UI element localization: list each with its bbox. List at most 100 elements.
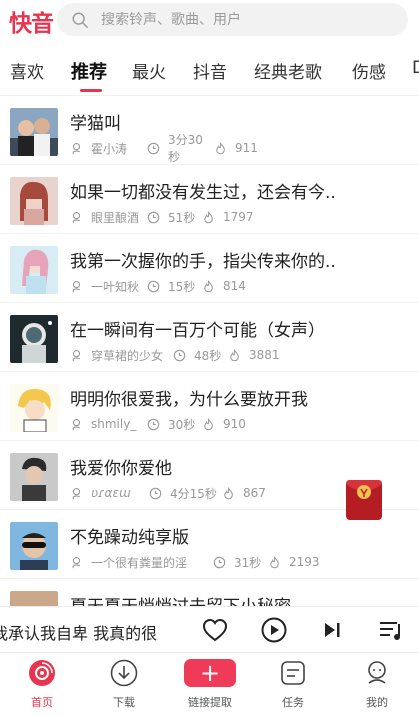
song-row[interactable]: 明明你很爱我，为什么要放开我 shmily_ 30秒 910 <box>0 372 419 441</box>
now-playing-title[interactable]: 我承认我自卑 我真的很 <box>0 620 186 644</box>
nav-link-extract[interactable]: + 链接提取 <box>168 653 252 716</box>
song-cover <box>10 453 58 501</box>
song-plays: 910 <box>223 417 246 431</box>
song-row[interactable]: 在一瞬间有一百万个可能（女声） 穿草裙的少女 48秒 3881 <box>0 303 419 372</box>
search-bar[interactable] <box>57 3 408 36</box>
header: 快音 <box>0 0 419 44</box>
tab-like[interactable]: 喜欢 <box>10 58 44 83</box>
song-cover <box>10 108 58 156</box>
red-packet-icon[interactable] <box>344 474 384 522</box>
song-row[interactable]: 如果一切都没有发生过，还会有今.. 眼里酿酒 51秒 1797 <box>0 165 419 234</box>
nav-download[interactable]: 下载 <box>82 653 166 716</box>
song-title: 在一瞬间有一百万个可能（女声） <box>70 321 325 341</box>
author-icon <box>70 280 83 293</box>
nav-tasks-label: 任务 <box>282 696 304 709</box>
flame-icon <box>202 279 215 293</box>
nav-home[interactable]: 首页 <box>0 653 84 716</box>
song-title: 我第一次握你的手，指尖传来你的.. <box>70 252 336 272</box>
clock-icon <box>173 349 186 362</box>
tab-hot[interactable]: 最火 <box>132 58 166 83</box>
song-author[interactable]: 一个很有粪量的淫 <box>91 554 213 571</box>
tab-recommend[interactable]: 推荐 <box>71 58 107 84</box>
tab-more[interactable]: D <box>412 58 419 78</box>
clock-icon <box>147 280 160 293</box>
song-meta: ʋɾαɛɯ 4分15秒 867 <box>70 485 266 501</box>
author-icon <box>70 487 83 500</box>
song-duration: 4分15秒 <box>170 486 217 501</box>
song-meta: 眼里酿酒 51秒 1797 <box>70 209 254 225</box>
song-author[interactable]: 一叶知秋 <box>91 278 147 295</box>
nav-download-label: 下载 <box>113 696 135 709</box>
song-plays: 911 <box>235 141 258 155</box>
plus-icon: + <box>184 659 236 687</box>
flame-icon <box>228 348 241 362</box>
tab-douyin[interactable]: 抖音 <box>193 58 227 83</box>
flame-icon <box>214 141 227 155</box>
bottom-nav: 首页 下载 + 链接提取 任务 我的 <box>0 652 419 716</box>
tab-sad[interactable]: 伤感 <box>352 58 386 83</box>
song-row[interactable]: 我第一次握你的手，指尖传来你的.. 一叶知秋 15秒 814 <box>0 234 419 303</box>
next-track-icon[interactable] <box>318 616 346 644</box>
task-icon <box>281 661 305 685</box>
song-plays: 867 <box>243 486 266 500</box>
song-row[interactable]: 夏天夏天悄悄过去留下小秘密 <box>0 579 419 608</box>
search-icon <box>72 12 88 28</box>
author-icon <box>70 349 83 362</box>
nav-link-extract-label: 链接提取 <box>188 696 232 709</box>
author-icon <box>70 418 83 431</box>
mini-player[interactable]: 我承认我自卑 我真的很 <box>0 606 419 652</box>
song-cover <box>10 177 58 225</box>
flame-icon <box>202 417 215 431</box>
home-disc-icon <box>29 660 55 686</box>
song-duration: 15秒 <box>168 279 196 294</box>
nav-tasks[interactable]: 任务 <box>251 653 335 716</box>
song-cover <box>10 384 58 432</box>
clock-icon <box>147 418 160 431</box>
author-icon <box>70 142 83 155</box>
download-icon <box>110 659 138 687</box>
song-title: 学猫叫 <box>70 114 121 134</box>
active-tab-indicator <box>80 89 102 92</box>
song-meta: 一个很有粪量的淫 31秒 2193 <box>70 554 320 570</box>
song-title: 不免躁动纯享版 <box>70 528 189 548</box>
song-cover <box>10 246 58 294</box>
nav-home-label: 首页 <box>31 696 53 709</box>
song-duration: 3分30秒 <box>168 133 203 164</box>
song-author[interactable]: shmily_ <box>91 417 147 431</box>
flame-icon <box>202 210 215 224</box>
song-duration: 30秒 <box>168 417 196 432</box>
song-title: 如果一切都没有发生过，还会有今.. <box>70 183 336 203</box>
song-meta: shmily_ 30秒 910 <box>70 416 246 432</box>
app-logo[interactable]: 快音 <box>9 4 54 38</box>
song-title: 明明你很爱我，为什么要放开我 <box>70 390 308 410</box>
profile-icon <box>368 661 386 684</box>
author-icon <box>70 211 83 224</box>
song-duration: 51秒 <box>168 210 196 225</box>
song-duration: 48秒 <box>194 348 222 363</box>
song-author[interactable]: 霍小涛 <box>91 140 147 157</box>
clock-icon <box>213 556 226 569</box>
song-plays: 1797 <box>223 210 254 224</box>
heart-icon[interactable] <box>201 616 229 644</box>
search-input[interactable] <box>101 11 361 28</box>
song-row[interactable]: 学猫叫 霍小涛 3分30秒 911 <box>0 96 419 165</box>
song-list[interactable]: 学猫叫 霍小涛 3分30秒 911 如果一切都没有发生过，还会有今.. 眼里酿酒… <box>0 96 419 608</box>
tab-classic[interactable]: 经典老歌 <box>254 58 322 83</box>
song-duration: 31秒 <box>234 555 262 570</box>
category-tabs: 喜欢 推荐 最火 抖音 经典老歌 伤感 D <box>0 52 419 94</box>
clock-icon <box>149 487 162 500</box>
song-author[interactable]: 穿草裙的少女 <box>91 347 173 364</box>
song-cover <box>10 522 58 570</box>
clock-icon <box>147 142 160 155</box>
playlist-icon[interactable] <box>377 616 405 644</box>
nav-profile[interactable]: 我的 <box>335 653 419 716</box>
flame-icon <box>222 486 235 500</box>
play-icon[interactable] <box>260 616 288 644</box>
song-plays: 3881 <box>249 348 280 362</box>
song-cover <box>10 315 58 363</box>
song-author[interactable]: 眼里酿酒 <box>91 209 147 226</box>
nav-profile-label: 我的 <box>366 696 388 709</box>
author-icon <box>70 556 83 569</box>
flame-icon <box>268 555 281 569</box>
song-author[interactable]: ʋɾαɛɯ <box>91 486 149 500</box>
